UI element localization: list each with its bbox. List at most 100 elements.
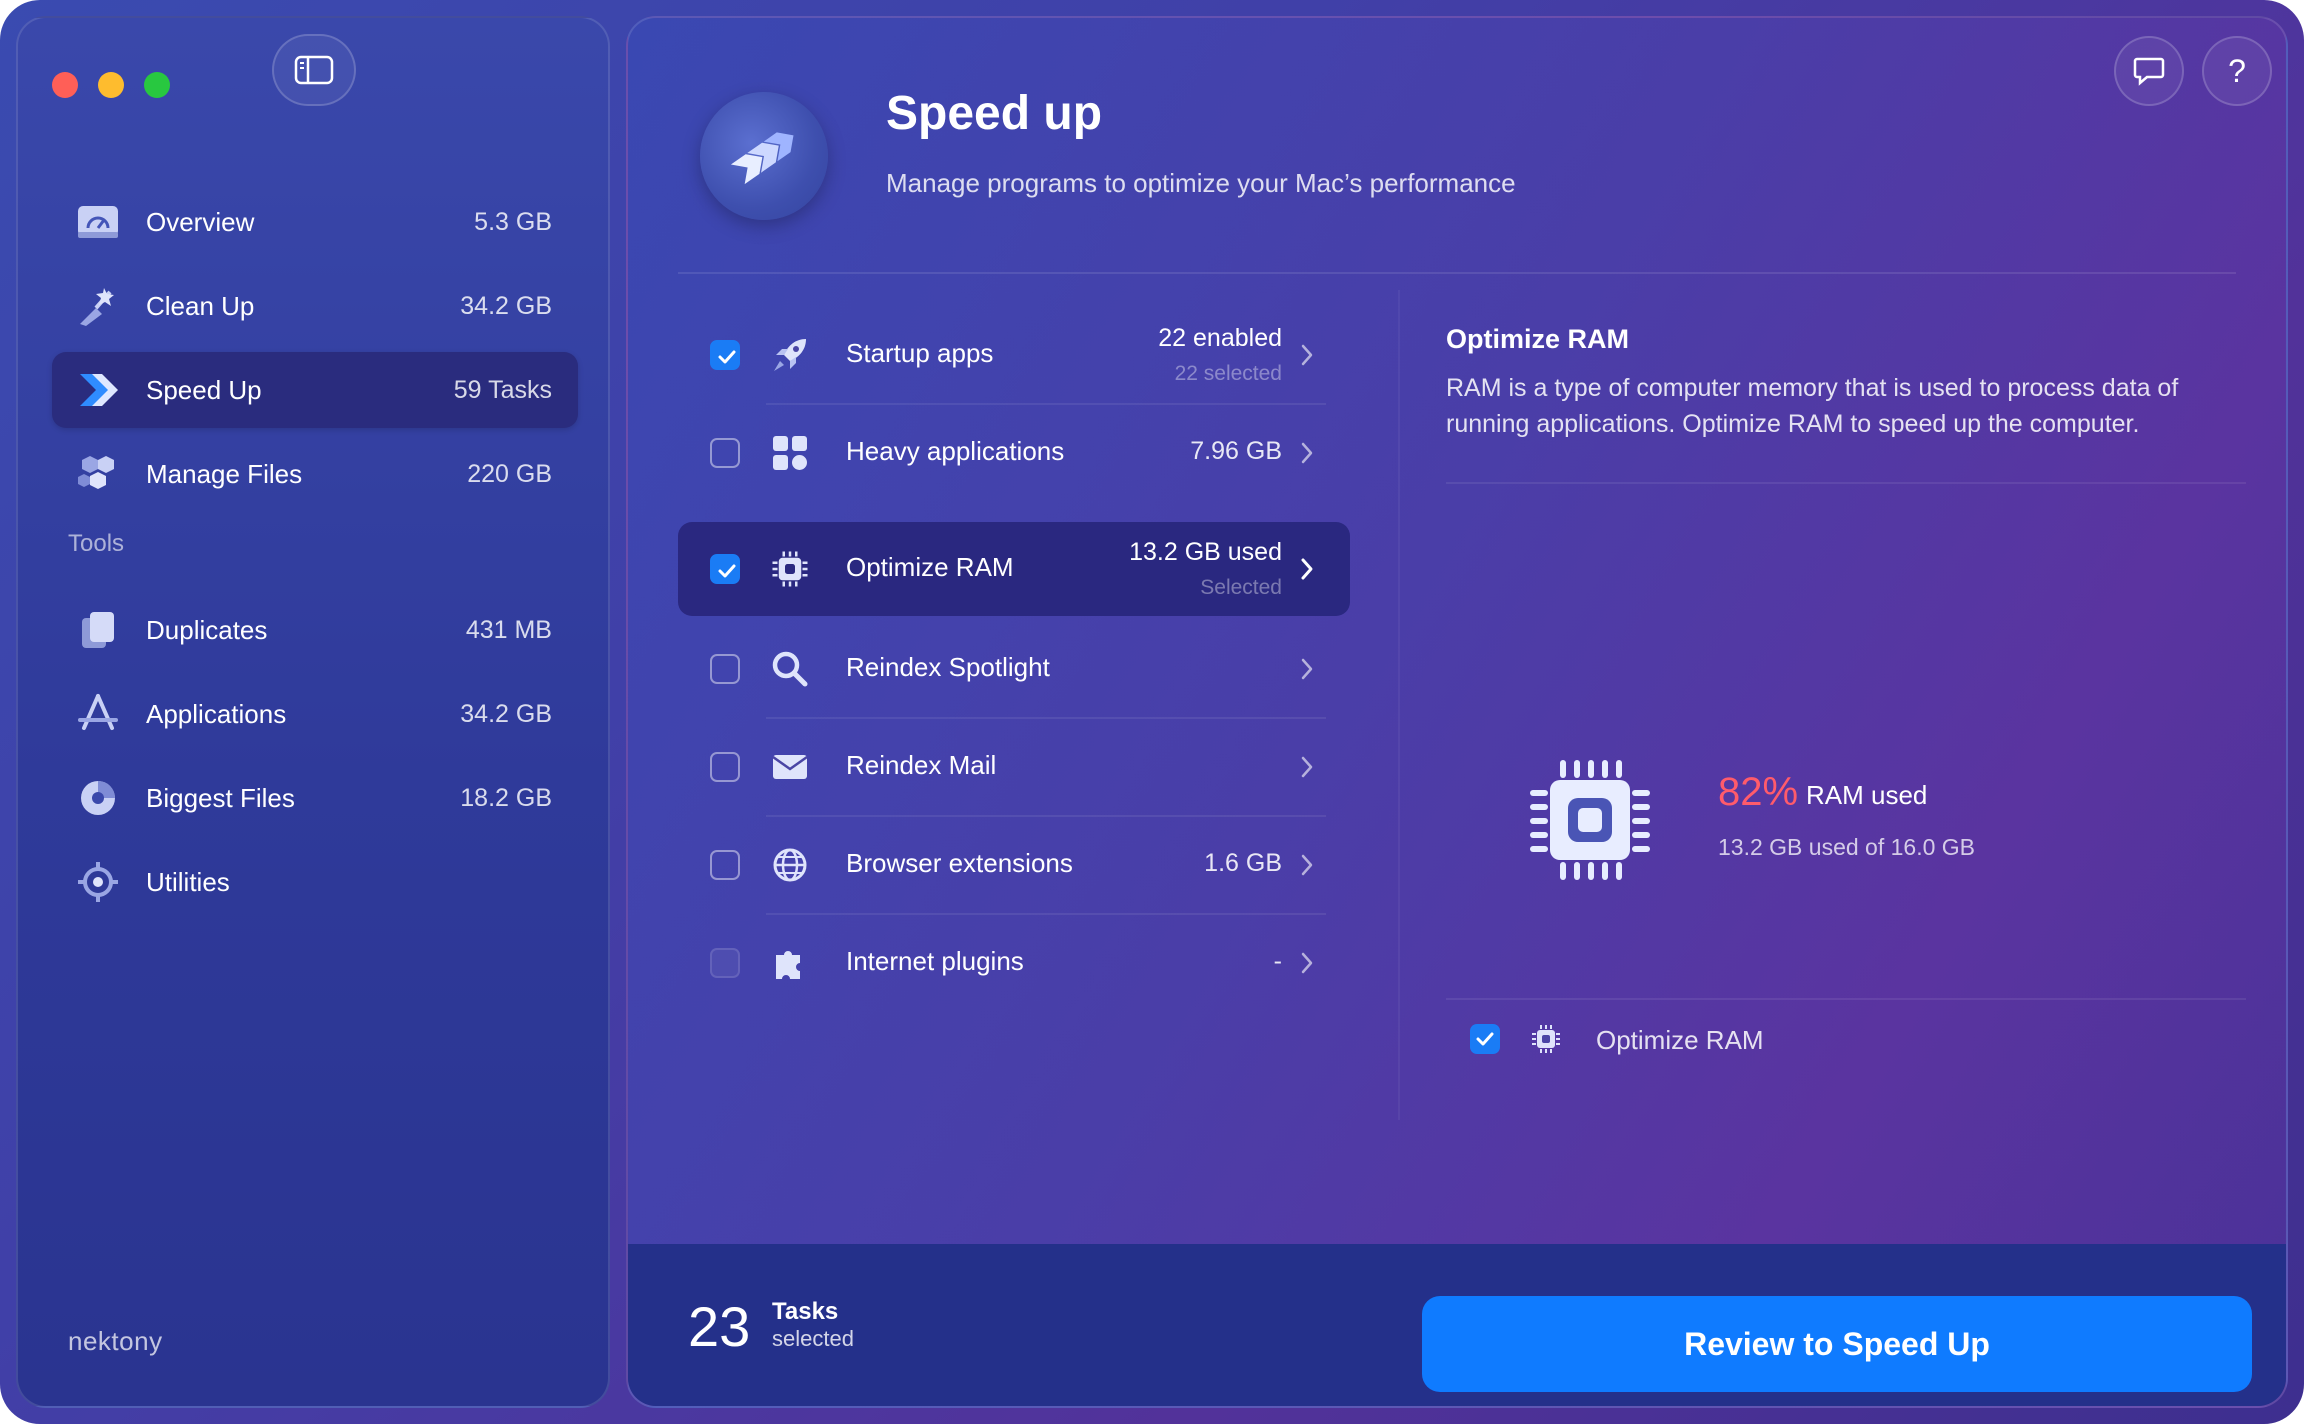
sidebar-item-label: Applications: [146, 698, 287, 729]
task-checkbox[interactable]: [710, 752, 740, 782]
task-chevron[interactable]: [1300, 652, 1320, 686]
zoom-window-button[interactable]: [144, 72, 170, 98]
sidebar-item-manage-files[interactable]: Manage Files 220 GB: [52, 436, 578, 512]
optimize-ram-checkbox[interactable]: [1470, 1024, 1500, 1054]
speed-up-hero-icon: [700, 92, 828, 220]
pie-chart-icon: [76, 776, 120, 820]
task-checkbox[interactable]: [710, 340, 740, 370]
task-sub-value: 22 selected: [1174, 362, 1282, 385]
sidebar-item-applications[interactable]: Applications 34.2 GB: [52, 676, 578, 752]
task-checkbox[interactable]: [710, 554, 740, 584]
sidebar-item-label: Clean Up: [146, 290, 255, 321]
task-value: 1.6 GB: [1204, 849, 1282, 877]
task-chevron[interactable]: [1300, 750, 1320, 784]
task-label: Browser extensions: [846, 848, 1073, 878]
task-label: Reindex Mail: [846, 750, 997, 780]
chevron-right-icon: [1301, 854, 1313, 876]
tools-section-label: Tools: [68, 530, 125, 557]
chevron-right-icon: [1301, 756, 1313, 778]
detail-title: Optimize RAM: [1446, 324, 1630, 354]
task-row-reindex-mail[interactable]: Reindex Mail: [678, 720, 1350, 817]
task-label: Startup apps: [846, 338, 994, 368]
chip-icon: [770, 549, 810, 589]
mail-icon: [770, 747, 810, 787]
task-chevron[interactable]: [1300, 338, 1320, 372]
row-divider: [766, 913, 1326, 915]
task-chevron[interactable]: [1300, 436, 1320, 470]
review-to-speed-up-button[interactable]: Review to Speed Up: [1422, 1296, 2252, 1392]
sidebar-item-overview[interactable]: Overview 5.3 GB: [52, 184, 578, 260]
ram-percent: 82%: [1718, 770, 1799, 814]
panel-divider: [1398, 290, 1400, 1120]
gauge-icon: [76, 200, 120, 244]
chip-icon: [1532, 1025, 1560, 1053]
task-label: Internet plugins: [846, 946, 1024, 976]
sidebar-item-label: Speed Up: [146, 374, 262, 405]
checkmark-icon: [718, 564, 736, 578]
sidebar-item-value: 18.2 GB: [460, 783, 552, 812]
sidebar-item-utilities[interactable]: Utilities: [52, 844, 578, 920]
files-hexagon-icon: [76, 452, 120, 496]
close-window-button[interactable]: [52, 72, 78, 98]
task-row-internet-plugins[interactable]: Internet plugins -: [678, 916, 1350, 1010]
sidebar-item-value: 5.3 GB: [474, 207, 552, 236]
task-sub-value: Selected: [1200, 576, 1282, 599]
page-subtitle: Manage programs to optimize your Mac’s p…: [886, 168, 1516, 198]
ram-usage-detail: 13.2 GB used of 16.0 GB: [1718, 834, 1975, 860]
app-store-icon: [76, 692, 120, 736]
sidebar-item-speed-up[interactable]: Speed Up 59 Tasks: [52, 352, 578, 428]
question-mark-icon: ?: [2228, 52, 2246, 89]
task-checkbox[interactable]: [710, 438, 740, 468]
detail-description: RAM is a type of computer memory that is…: [1446, 374, 2179, 438]
task-checkbox: [710, 948, 740, 978]
chat-bubble-icon: [2133, 57, 2165, 86]
feedback-button[interactable]: [2114, 36, 2184, 106]
row-divider: [766, 815, 1326, 817]
magnifier-icon: [770, 649, 810, 689]
sidebar: Overview 5.3 GB Clean Up 34.2 GB Speed U…: [16, 16, 610, 1408]
help-button[interactable]: ?: [2202, 36, 2272, 106]
task-row-optimize-ram[interactable]: Optimize RAM 13.2 GB used Selected: [678, 522, 1350, 616]
ram-used-label: RAM used: [1806, 780, 1928, 810]
task-label: Heavy applications: [846, 436, 1065, 466]
tasks-label: Tasks: [772, 1298, 839, 1325]
optimize-ram-option-label: Optimize RAM: [1596, 1025, 1764, 1055]
sidebar-item-value: 59 Tasks: [453, 375, 552, 404]
task-checkbox[interactable]: [710, 850, 740, 880]
task-value: 13.2 GB used: [1129, 538, 1282, 566]
task-row-browser-extensions[interactable]: Browser extensions 1.6 GB: [678, 818, 1350, 915]
app-window: Overview 5.3 GB Clean Up 34.2 GB Speed U…: [0, 0, 2304, 1424]
footer-bar: 23 Tasks selected Review to Speed Up: [628, 1244, 2286, 1406]
task-chevron[interactable]: [1300, 552, 1320, 586]
chevron-right-icon: [1301, 558, 1313, 580]
task-chevron[interactable]: [1300, 946, 1320, 980]
chevron-right-icon: [1301, 952, 1313, 974]
task-row-heavy-applications[interactable]: Heavy applications 7.96 GB: [678, 406, 1350, 500]
broom-icon: [76, 284, 120, 328]
ram-divider: [1446, 998, 2246, 1000]
selected-tasks-count: 23: [688, 1295, 751, 1358]
task-row-startup-apps[interactable]: Startup apps 22 enabled 22 selected: [678, 308, 1350, 405]
sidebar-item-value: 34.2 GB: [460, 291, 552, 320]
sidebar-item-biggest-files[interactable]: Biggest Files 18.2 GB: [52, 760, 578, 836]
sidebar-item-value: 220 GB: [467, 459, 552, 488]
utilities-icon: [76, 860, 120, 904]
puzzle-icon: [770, 943, 810, 983]
sidebar-item-label: Overview: [146, 206, 255, 237]
checkmark-icon: [718, 350, 736, 364]
selected-label: selected: [772, 1326, 854, 1351]
sidebar-item-duplicates[interactable]: Duplicates 431 MB: [52, 592, 578, 668]
task-value: -: [1273, 947, 1282, 975]
sidebar-item-clean-up[interactable]: Clean Up 34.2 GB: [52, 268, 578, 344]
sidebar-item-value: 34.2 GB: [460, 699, 552, 728]
speed-arrows-icon: [76, 368, 120, 412]
sidebar-item-label: Utilities: [146, 866, 230, 897]
task-chevron[interactable]: [1300, 848, 1320, 882]
task-row-reindex-spotlight[interactable]: Reindex Spotlight: [678, 622, 1350, 719]
chevron-right-icon: [1301, 658, 1313, 680]
minimize-window-button[interactable]: [98, 72, 124, 98]
task-checkbox[interactable]: [710, 654, 740, 684]
row-divider: [766, 403, 1326, 405]
sidebar-item-value: 431 MB: [465, 615, 552, 644]
sidebar-toggle-button[interactable]: [272, 34, 356, 106]
